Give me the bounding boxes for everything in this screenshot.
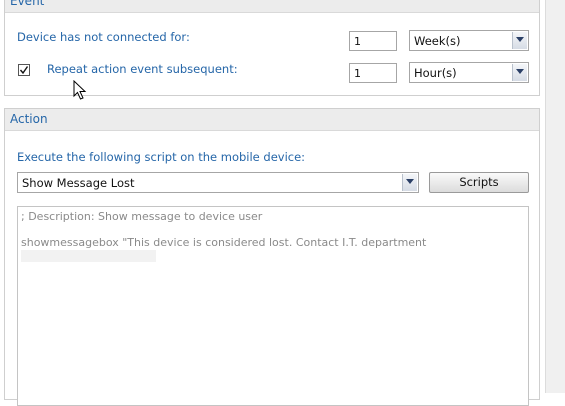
chevron-down-icon[interactable]: [512, 64, 527, 81]
script-line-description: ; Description: Show message to device us…: [21, 210, 263, 223]
not-connected-label: Device has not connected for:: [17, 30, 190, 44]
not-connected-unit-select[interactable]: Week(s): [409, 30, 529, 51]
action-panel-title: Action: [5, 109, 539, 131]
repeat-checkbox[interactable]: [18, 64, 30, 76]
right-scroll-area: [545, 0, 565, 393]
chevron-down-icon[interactable]: [402, 174, 417, 191]
repeat-label: Repeat action event subsequent:: [47, 62, 238, 76]
checkmark-icon: [19, 66, 29, 75]
script-select[interactable]: Show Message Lost: [17, 172, 419, 193]
not-connected-value-input[interactable]: [349, 31, 397, 51]
repeat-value-input[interactable]: [349, 63, 397, 83]
repeat-unit-value: Hour(s): [414, 66, 457, 80]
script-line-command: showmessagebox "This device is considere…: [21, 236, 427, 249]
execute-label: Execute the following script on the mobi…: [17, 150, 306, 164]
event-panel-title: Event: [5, 0, 539, 13]
action-panel: Action Execute the following script on t…: [4, 108, 540, 406]
redacted-text: [21, 250, 156, 262]
mouse-pointer-icon: [73, 80, 87, 100]
script-select-value: Show Message Lost: [22, 176, 135, 190]
not-connected-unit-value: Week(s): [414, 34, 461, 48]
repeat-unit-select[interactable]: Hour(s): [409, 62, 529, 83]
scripts-button[interactable]: Scripts: [429, 172, 529, 193]
chevron-down-icon[interactable]: [512, 32, 527, 49]
script-editor[interactable]: ; Description: Show message to device us…: [17, 206, 529, 406]
